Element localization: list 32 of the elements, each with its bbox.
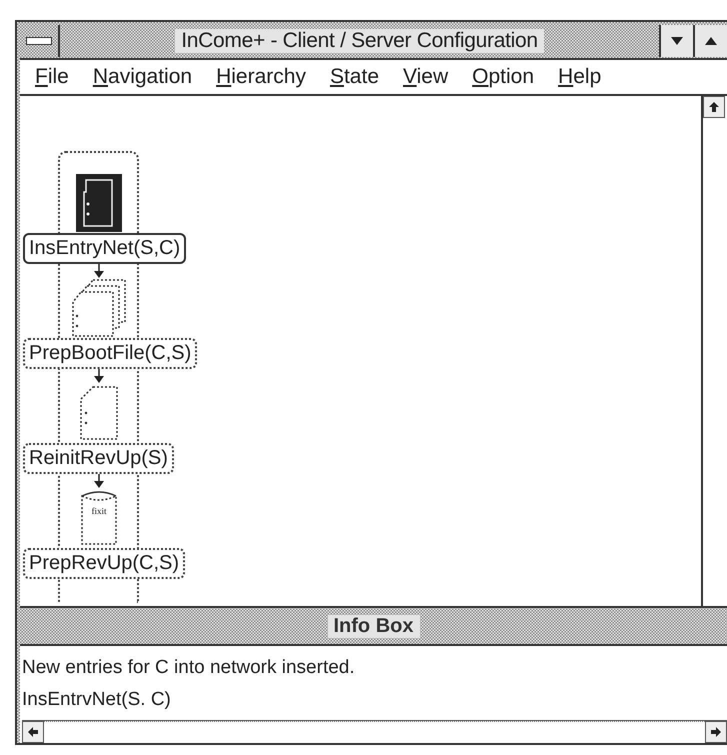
- maximize-button[interactable]: [693, 25, 727, 57]
- arrow: [92, 369, 104, 383]
- node-label[interactable]: PrepBootFile(C,S): [23, 338, 198, 369]
- left-arrow-icon: [27, 726, 39, 738]
- scroll-up-button[interactable]: [703, 96, 725, 118]
- up-triangle-icon: [705, 37, 717, 45]
- minimize-button[interactable]: [659, 25, 693, 57]
- document-stack-icon: [70, 278, 126, 338]
- window-title: InCome+ - Client / Server Configuration: [175, 29, 544, 53]
- menu-item[interactable]: State: [320, 65, 388, 89]
- menu-item[interactable]: View: [394, 65, 458, 89]
- menu-item[interactable]: Option: [463, 65, 544, 89]
- document-icon: [78, 385, 118, 441]
- right-arrow-icon: [710, 726, 722, 738]
- info-text: New entries for C into network inserted.: [22, 656, 356, 680]
- info-text: InsEntrvNet(S. C): [22, 688, 172, 712]
- menu-item[interactable]: Help: [549, 65, 610, 89]
- menu-item[interactable]: Hierarchy: [207, 65, 315, 89]
- arrow: [92, 474, 104, 488]
- down-triangle-icon: [671, 37, 683, 45]
- menu-item[interactable]: Navigation: [84, 65, 202, 89]
- node-label[interactable]: PrepRevUp(C,S): [23, 548, 186, 579]
- up-arrow-icon: [708, 101, 720, 113]
- arrow: [92, 264, 104, 278]
- scroll-right-button[interactable]: [705, 721, 727, 743]
- document-icon: [76, 174, 122, 232]
- node-label[interactable]: InsEntryNet(S,C): [23, 233, 186, 264]
- menu-item[interactable]: File: [26, 65, 78, 89]
- node-label[interactable]: ReinitRevUp(S): [23, 443, 174, 474]
- info-box-title: Info Box: [328, 614, 420, 638]
- menu-bar-icon: [26, 37, 52, 45]
- scroll-left-button[interactable]: [22, 721, 44, 743]
